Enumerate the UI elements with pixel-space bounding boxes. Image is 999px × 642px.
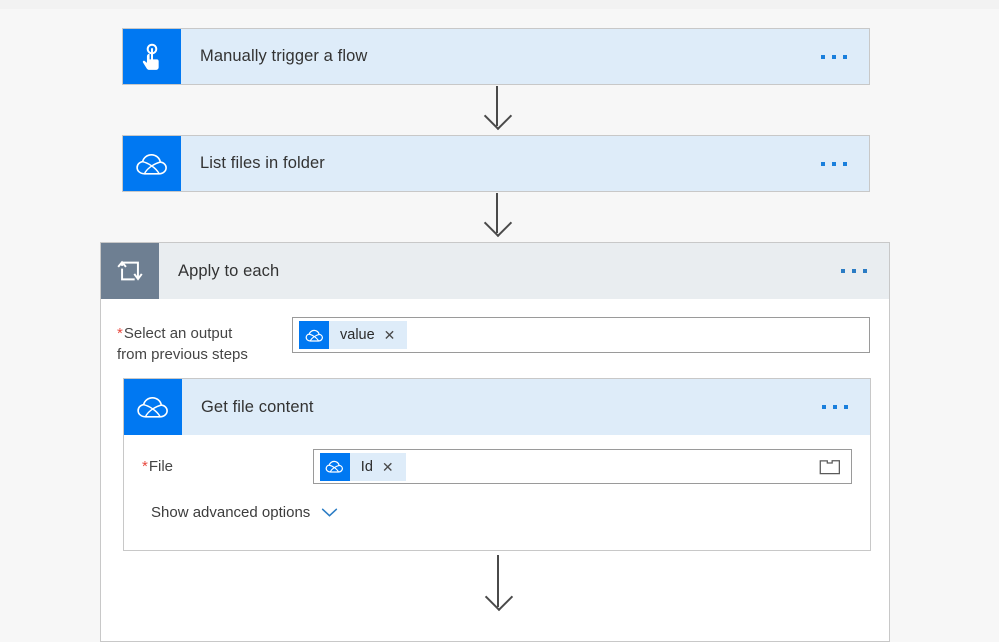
flow-node-list-files-in-folder[interactable]: List files in folder bbox=[122, 135, 870, 192]
select-output-label-line2: from previous steps bbox=[117, 346, 248, 363]
connector-arrow-get-file-content-to-next bbox=[484, 555, 514, 615]
top-background-strip bbox=[0, 0, 999, 9]
onedrive-cloud-icon bbox=[123, 136, 181, 191]
ellipsis-icon bbox=[821, 161, 847, 166]
flow-node-menu-button[interactable] bbox=[841, 243, 889, 299]
token-id[interactable]: Id ✕ bbox=[319, 452, 406, 481]
apply-to-each-header[interactable]: Apply to each bbox=[101, 243, 889, 299]
token-value[interactable]: value ✕ bbox=[299, 321, 408, 349]
onedrive-cloud-icon bbox=[319, 452, 350, 481]
required-marker: * bbox=[117, 325, 123, 342]
flow-node-manually-trigger[interactable]: Manually trigger a flow bbox=[122, 28, 870, 85]
onedrive-cloud-icon bbox=[124, 379, 182, 435]
file-label: *File bbox=[142, 449, 313, 477]
select-output-input[interactable]: value ✕ bbox=[292, 317, 870, 353]
select-output-label: *Select an output from previous steps bbox=[117, 317, 292, 365]
required-marker: * bbox=[142, 458, 148, 475]
connector-arrow-trigger-to-list-files bbox=[483, 86, 513, 134]
flow-node-menu-button[interactable] bbox=[821, 136, 869, 191]
file-field-row: *File Id ✕ bbox=[142, 449, 852, 484]
onedrive-cloud-icon bbox=[299, 321, 329, 349]
select-output-field-row: *Select an output from previous steps va… bbox=[117, 317, 872, 365]
token-remove-button[interactable]: ✕ bbox=[384, 328, 408, 342]
flow-node-title: Apply to each bbox=[178, 261, 280, 280]
ellipsis-icon bbox=[822, 405, 848, 409]
token-label: Id bbox=[360, 458, 373, 475]
flow-node-apply-to-each[interactable]: Apply to each *Select an output from pre… bbox=[100, 242, 890, 642]
file-label-text: File bbox=[148, 458, 174, 475]
tap-finger-icon bbox=[123, 29, 181, 84]
flow-node-title: List files in folder bbox=[200, 154, 325, 172]
select-output-label-line1: Select an output bbox=[123, 325, 233, 342]
folder-picker-icon[interactable] bbox=[819, 458, 841, 476]
ellipsis-icon bbox=[841, 269, 867, 273]
chevron-down-icon bbox=[321, 507, 338, 518]
flow-node-get-file-content[interactable]: Get file content *File Id ✕ Show advance… bbox=[123, 378, 871, 551]
file-input[interactable]: Id ✕ bbox=[312, 449, 852, 484]
token-label: value bbox=[340, 327, 375, 343]
flow-node-menu-button[interactable] bbox=[822, 379, 870, 435]
show-advanced-options-button[interactable]: Show advanced options bbox=[151, 504, 338, 521]
flow-node-title: Get file content bbox=[201, 397, 314, 416]
flow-node-title: Manually trigger a flow bbox=[200, 47, 368, 65]
ellipsis-icon bbox=[821, 54, 847, 59]
token-remove-button[interactable]: ✕ bbox=[382, 460, 406, 474]
loop-repeat-icon bbox=[101, 243, 159, 299]
show-advanced-options-label: Show advanced options bbox=[151, 504, 311, 521]
get-file-content-header[interactable]: Get file content bbox=[124, 379, 870, 435]
connector-arrow-list-files-to-apply-to-each bbox=[483, 193, 513, 241]
flow-node-menu-button[interactable] bbox=[821, 29, 869, 84]
